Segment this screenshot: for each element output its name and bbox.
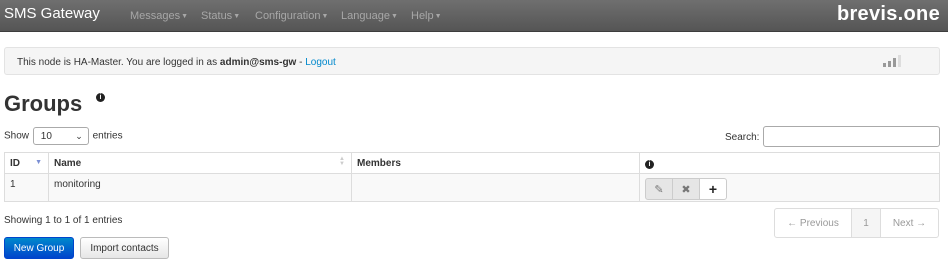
- import-contacts-button[interactable]: Import contacts: [80, 237, 169, 259]
- menu-messages-label: Messages: [130, 10, 181, 22]
- caret-down-icon: ▼: [233, 13, 241, 20]
- column-header-actions: i: [639, 152, 940, 174]
- column-header-name[interactable]: Name ▲ ▼: [48, 152, 352, 174]
- cell-members: [351, 173, 640, 202]
- column-header-members: Members: [351, 152, 640, 174]
- menu-configuration-label: Configuration: [255, 10, 321, 22]
- add-icon[interactable]: +: [699, 178, 727, 200]
- logged-in-user: admin@sms-gw: [219, 57, 297, 68]
- status-text: This node is HA-Master. You are logged i…: [17, 57, 220, 68]
- menu-messages[interactable]: Messages▼: [130, 10, 188, 22]
- column-header-label: ID: [10, 157, 20, 169]
- page-1-button[interactable]: 1: [851, 208, 881, 238]
- entries-select[interactable]: 10 ⌄: [32, 127, 89, 145]
- show-label: Show: [4, 130, 30, 142]
- menu-language-label: Language: [341, 10, 390, 22]
- caret-down-icon: ▼: [434, 13, 442, 20]
- separator: -: [296, 57, 306, 68]
- cell-id: 1: [4, 173, 49, 202]
- column-header-label: Name: [54, 157, 82, 169]
- top-navbar: SMS Gateway Messages▼ Status▼ Configurat…: [0, 0, 948, 32]
- status-info-bar: This node is HA-Master. You are logged i…: [4, 47, 940, 75]
- menu-language[interactable]: Language▼: [341, 10, 398, 22]
- caret-down-icon: ▼: [321, 13, 329, 20]
- groups-table: ID ▼ Name ▲ ▼ Members i 1 monitoring ✎ ✖ +: [4, 152, 940, 202]
- logout-link[interactable]: Logout: [305, 57, 336, 68]
- new-group-button[interactable]: New Group: [4, 237, 74, 259]
- info-icon[interactable]: i: [645, 159, 654, 169]
- column-header-id[interactable]: ID ▼: [4, 152, 49, 174]
- chevron-down-icon: ⌄: [75, 131, 83, 141]
- cell-name: monitoring: [48, 173, 352, 202]
- column-header-label: Members: [357, 157, 401, 169]
- menu-configuration[interactable]: Configuration▼: [255, 10, 328, 22]
- menu-status-label: Status: [201, 10, 233, 22]
- previous-button[interactable]: ← Previous: [774, 208, 852, 238]
- signal-bars-icon: [883, 55, 905, 67]
- caret-down-icon: ▼: [390, 13, 398, 20]
- row-action-buttons: ✎ ✖ +: [645, 178, 727, 200]
- info-icon[interactable]: i: [96, 93, 105, 102]
- status-message: This node is HA-Master. You are logged i…: [17, 57, 336, 68]
- search-input[interactable]: [763, 126, 940, 147]
- sort-asc-icon: ▼: [35, 159, 42, 166]
- table-info: Showing 1 to 1 of 1 entries: [4, 215, 123, 226]
- search-label: Search:: [725, 132, 760, 143]
- cell-actions: ✎ ✖ +: [639, 173, 940, 202]
- entries-label: entries: [92, 130, 123, 142]
- table-row: 1 monitoring ✎ ✖ +: [4, 173, 940, 202]
- page-length-control: Show 10 ⌄ entries: [4, 127, 123, 145]
- entries-select-value: 10: [40, 131, 52, 142]
- menu-help-label: Help: [411, 10, 434, 22]
- caret-down-icon: ▼: [181, 13, 189, 20]
- pagination: ← Previous 1 Next →: [774, 208, 939, 238]
- delete-icon[interactable]: ✖: [672, 178, 700, 200]
- next-button[interactable]: Next →: [880, 208, 939, 238]
- page-title: Groups: [4, 91, 83, 116]
- sort-both-icon: ▲ ▼: [339, 156, 345, 167]
- menu-status[interactable]: Status▼: [201, 10, 240, 22]
- menu-help[interactable]: Help▼: [411, 10, 442, 22]
- app-brand[interactable]: SMS Gateway: [4, 5, 100, 22]
- edit-icon[interactable]: ✎: [645, 178, 673, 200]
- company-logo: brevis.one: [836, 3, 940, 25]
